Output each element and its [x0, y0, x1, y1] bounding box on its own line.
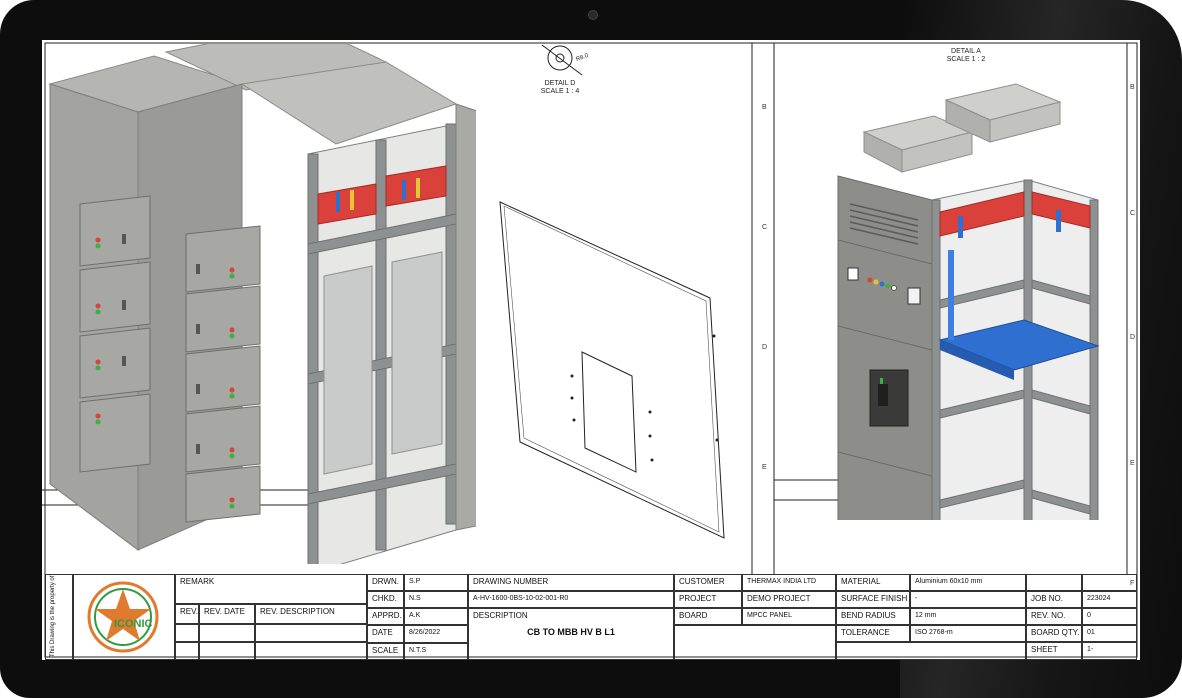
board-label: BOARD	[674, 608, 742, 625]
zone-letter-e: E	[762, 464, 767, 471]
bend-radius-label: BEND RADIUS	[836, 608, 910, 625]
bend-radius-value: 12 mm	[910, 608, 1026, 625]
rev-desc-cell-2	[255, 642, 367, 660]
rev-cell-2	[175, 642, 199, 660]
description-label: DESCRIPTION	[473, 611, 528, 620]
detail-a-label: DETAIL A SCALE 1 : 2	[934, 48, 998, 64]
logo-text: ICONIC	[114, 618, 153, 630]
drawing-number-label: DRAWING NUMBER	[468, 574, 674, 591]
iconic-logo	[87, 581, 159, 653]
drawing-number-value: A-HV-1600-0BS-10-02-001-R0	[468, 591, 674, 608]
tolerance-value: ISO 2768-m	[910, 625, 1026, 642]
apprd-value: A.K	[404, 608, 468, 625]
description-cell: DESCRIPTION CB TO MBB HV B L1	[468, 608, 674, 660]
zone-letter-d-right: D	[1130, 334, 1136, 341]
sheet-label: SHEET	[1026, 642, 1082, 660]
project-value: DEMO PROJECT	[742, 591, 836, 608]
tolerance-label: TOLERANCE	[836, 625, 910, 642]
job-label: JOB NO.	[1026, 591, 1082, 608]
rev-date-cell-1	[199, 624, 255, 642]
job-blank-value	[1082, 574, 1137, 591]
chkd-value: N.S	[404, 591, 468, 608]
rev-no-label: REV. NO.	[1026, 608, 1082, 625]
side-note: This Drawing is the property of Iconic E…	[45, 574, 73, 660]
apprd-label: APPRD.	[367, 608, 404, 625]
zone-letter-b: B	[762, 104, 767, 111]
detail-d-scale: SCALE 1 : 4	[540, 88, 580, 95]
scale-label: SCALE	[367, 643, 404, 660]
sheet-value: 1-	[1082, 642, 1137, 660]
switchgear-render-front	[48, 44, 476, 564]
rev-no-value: 0	[1082, 608, 1137, 625]
date-label: DATE	[367, 625, 404, 643]
camera-icon	[588, 10, 598, 20]
rev-desc-cell-1	[255, 624, 367, 642]
detail-d-label: DETAIL D SCALE 1 : 4	[528, 80, 592, 96]
detail-d-title: DETAIL D	[544, 80, 576, 87]
board-value: MPCC PANEL	[742, 608, 836, 625]
rev-date-cell-2	[199, 642, 255, 660]
material-value: Aluminium 60x10 mm	[910, 574, 1026, 591]
detail-a-scale: SCALE 1 : 2	[946, 56, 986, 63]
zone-letter-d: D	[762, 344, 768, 351]
material-label: MATERIAL	[836, 574, 910, 591]
drwn-value: S.P	[404, 574, 468, 591]
zone-letter-e-right: E	[1130, 460, 1135, 467]
cad-drawing-sheet: DETAIL D SCALE 1 : 4 R8.0 DETAIL A SCALE…	[42, 40, 1140, 660]
chkd-label: CHKD.	[367, 591, 404, 608]
surface-finish-label: SURFACE FINISH	[836, 591, 910, 608]
zone-letter-b-right: B	[1130, 84, 1135, 91]
remark-cell: REMARK	[175, 574, 367, 604]
drwn-label: DRWN.	[367, 574, 404, 591]
job-blank-cell	[1026, 574, 1082, 591]
scale-value: N.T.S	[404, 643, 468, 660]
rev-header: REV.	[175, 604, 199, 624]
rev-description-header: REV. DESCRIPTION	[255, 604, 367, 624]
tolerance-blank-cell	[836, 642, 1026, 660]
project-label: PROJECT	[674, 591, 742, 608]
zone-letter-c: C	[762, 224, 768, 231]
board-qty-label: BOARD QTY.	[1026, 625, 1082, 642]
board-blank-cell	[674, 625, 836, 660]
job-value: 223024	[1082, 591, 1137, 608]
date-value: 8/26/2022	[404, 625, 468, 643]
rev-cell-1	[175, 624, 199, 642]
zone-letter-c-right: C	[1130, 210, 1136, 217]
switchgear-render-isometric	[837, 83, 1100, 520]
logo-cell: ICONIC	[73, 574, 175, 660]
customer-label: CUSTOMER	[674, 574, 742, 591]
surface-finish-value: -	[910, 591, 1026, 608]
rev-date-header: REV. DATE	[199, 604, 255, 624]
title-block: This Drawing is the property of Iconic E…	[42, 574, 1140, 660]
description-value: CB TO MBB HV B L1	[527, 627, 615, 637]
detail-a-title: DETAIL A	[951, 48, 981, 55]
board-qty-value: 01	[1082, 625, 1137, 642]
customer-value: THERMAX INDIA LTD	[742, 574, 836, 591]
